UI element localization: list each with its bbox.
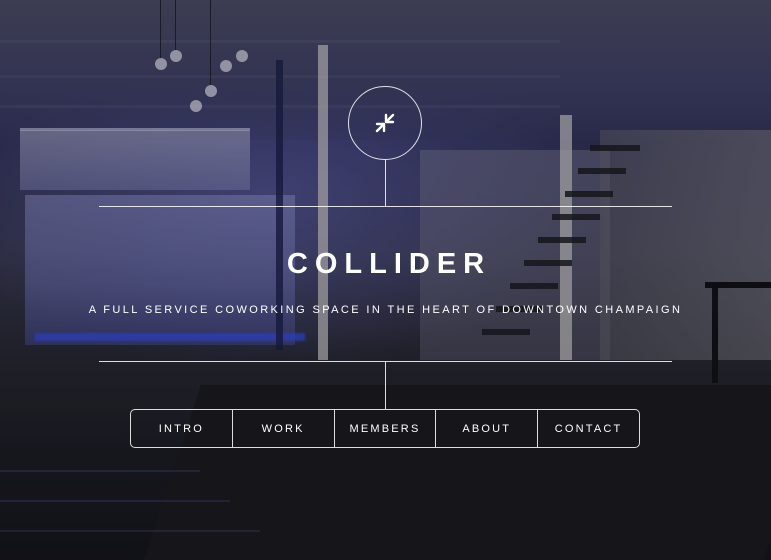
nav-intro[interactable]: INTRO (131, 410, 233, 447)
logo[interactable] (348, 86, 422, 160)
top-divider-line (99, 206, 672, 207)
connector-line (385, 160, 386, 207)
main-navigation: INTRO WORK MEMBERS ABOUT CONTACT (130, 409, 640, 448)
site-title: COLLIDER (286, 248, 492, 280)
connector-line (385, 361, 386, 409)
nav-about[interactable]: ABOUT (436, 410, 539, 447)
nav-work[interactable]: WORK (233, 410, 335, 447)
site-tagline: A FULL SERVICE COWORKING SPACE IN THE HE… (88, 304, 683, 316)
nav-contact[interactable]: CONTACT (538, 410, 639, 447)
collapse-arrows-icon (375, 113, 395, 133)
nav-members[interactable]: MEMBERS (335, 410, 437, 447)
